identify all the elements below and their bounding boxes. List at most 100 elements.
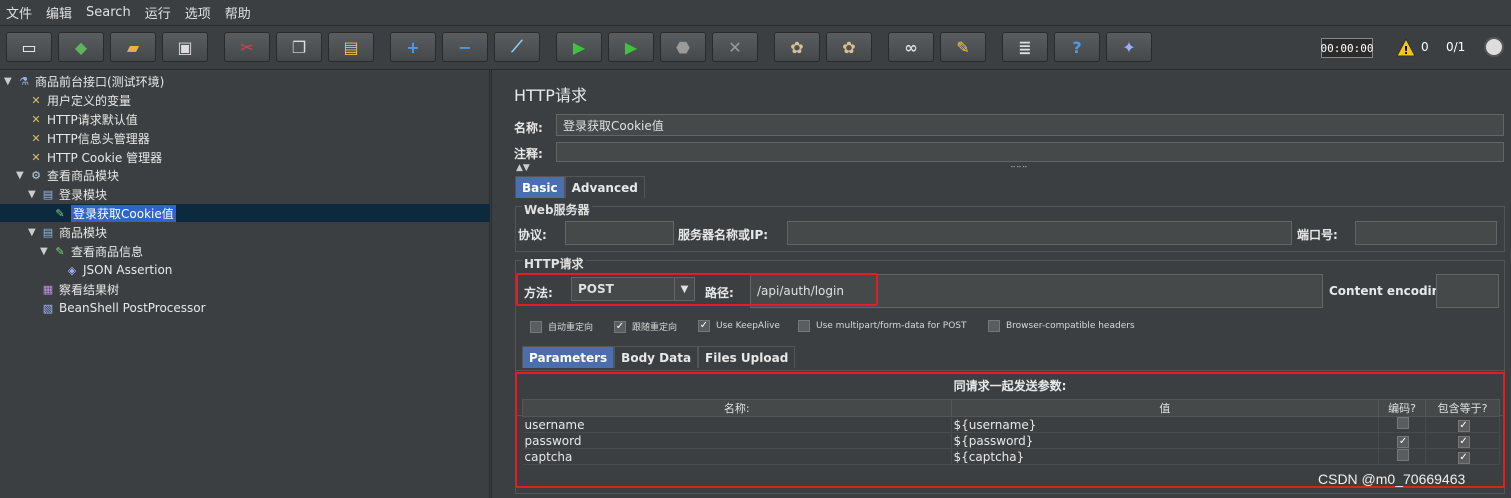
http-request-panel: HTTP请求 名称: 登录获取Cookie值 注释: ▲▼ ⠒⠒⠒ Basic …: [506, 70, 1511, 498]
start-icon[interactable]: ▶: [556, 32, 602, 62]
controller-icon: ▤: [42, 225, 54, 239]
templates-icon[interactable]: ◆: [58, 32, 104, 62]
open-icon[interactable]: ▰: [110, 32, 156, 62]
menu-search[interactable]: Search: [86, 5, 131, 20]
expand-caret-icon[interactable]: ▼: [4, 76, 16, 87]
test-plan-tree: ▼ ⚗ 商品前台接口(测试环境) ✕ 用户定义的变量 ✕ HTTP请求默认值 ✕ HTTP信息头…: [0, 70, 490, 498]
expand-icon[interactable]: +: [390, 32, 436, 62]
tab-advanced[interactable]: Advanced: [564, 176, 645, 198]
name-label: 名称:: [514, 121, 543, 135]
method-path-highlight: [516, 273, 878, 306]
tree-node[interactable]: ✕ HTTP信息头管理器: [16, 129, 149, 147]
tab-body-data[interactable]: Body Data: [614, 346, 699, 368]
expand-caret-icon[interactable]: ▼: [28, 189, 40, 200]
tree-node-label: HTTP请求默认值: [47, 112, 138, 127]
tree-node-label: 察看结果树: [59, 282, 120, 297]
tree-node-label: 查看商品信息: [71, 244, 144, 259]
option-checkbox-row[interactable]: Use multipart/form-data for POST: [798, 320, 967, 332]
port-label: 端口号:: [1297, 228, 1338, 242]
svg-text:!: !: [1403, 44, 1408, 57]
option-checkbox-row[interactable]: ✓ 跟随重定向: [614, 320, 677, 333]
tree-node[interactable]: ▼ ▤ 商品模块: [28, 223, 107, 241]
tree-node[interactable]: ▼ ✎ 查看商品信息: [40, 242, 143, 260]
tab-basic[interactable]: Basic: [515, 176, 565, 198]
encoding-label: Content encoding:: [1329, 284, 1454, 298]
body-tabs: Parameters Body Data Files Upload: [522, 346, 796, 368]
splitter[interactable]: [491, 70, 505, 498]
name-input[interactable]: 登录获取Cookie值: [556, 114, 1504, 136]
option-checkbox-row[interactable]: 自动重定向: [530, 320, 593, 333]
copy-icon[interactable]: ❐: [276, 32, 322, 62]
tree-node[interactable]: ▼ ⚙ 查看商品模块: [16, 166, 119, 184]
option-label: Use KeepAlive: [716, 321, 780, 331]
tree-node[interactable]: ▼ ▤ 登录模块: [28, 185, 107, 203]
menu-options[interactable]: 选项: [185, 3, 211, 22]
option-label: 自动重定向: [548, 323, 594, 333]
option-checkbox-row[interactable]: Browser-compatible headers: [988, 320, 1135, 332]
option-checkbox-row[interactable]: ✓ Use KeepAlive: [698, 320, 780, 332]
main-tabs: Basic Advanced: [515, 176, 645, 198]
expand-caret-icon[interactable]: ▼: [40, 246, 52, 257]
server-label: 服务器名称或IP:: [678, 228, 769, 242]
option-label: Browser-compatible headers: [1006, 321, 1135, 331]
stop-icon[interactable]: ⬣: [660, 32, 706, 62]
tab-parameters[interactable]: Parameters: [522, 346, 615, 368]
port-input[interactable]: [1355, 221, 1497, 245]
option-label: Use multipart/form-data for POST: [816, 321, 967, 331]
tree-node-label: 登录模块: [59, 187, 108, 202]
web-server-title: Web服务器: [522, 201, 592, 218]
option-label: 跟随重定向: [632, 323, 678, 333]
start-no-pause-icon[interactable]: ▶: [608, 32, 654, 62]
save-icon[interactable]: ▣: [162, 32, 208, 62]
tab-files-upload[interactable]: Files Upload: [698, 346, 796, 368]
tree-node[interactable]: ✕ HTTP请求默认值: [16, 110, 138, 128]
warning-count: 0: [1421, 40, 1429, 54]
tree-node-label: 商品模块: [59, 225, 108, 240]
menu-help[interactable]: 帮助: [225, 3, 251, 22]
tree-node-label: BeanShell PostProcessor: [59, 301, 206, 315]
server-input[interactable]: [787, 221, 1292, 245]
shutdown-icon[interactable]: ✕: [712, 32, 758, 62]
checkbox[interactable]: [988, 320, 1000, 332]
expand-caret-icon[interactable]: ▼: [16, 170, 28, 181]
collapse-arrows-icon[interactable]: ▲▼: [516, 163, 530, 173]
search-icon[interactable]: ∞: [888, 32, 934, 62]
controller-icon: ▤: [42, 187, 54, 201]
expand-caret-icon[interactable]: ▼: [28, 227, 40, 238]
menu-run[interactable]: 运行: [145, 3, 171, 22]
clear-icon[interactable]: ✿: [774, 32, 820, 62]
paste-icon[interactable]: ▤: [328, 32, 374, 62]
tree-node-label: HTTP Cookie 管理器: [47, 150, 163, 165]
checkbox[interactable]: ✓: [614, 320, 626, 333]
collapse-icon[interactable]: −: [442, 32, 488, 62]
tree-node[interactable]: ▦ 察看结果树: [28, 280, 119, 298]
tree-node[interactable]: ▧ BeanShell PostProcessor: [28, 299, 206, 317]
tree-node[interactable]: ✕ 用户定义的变量: [16, 91, 131, 109]
drag-handle-icon[interactable]: ⠒⠒⠒: [1010, 163, 1028, 172]
protocol-input[interactable]: [565, 221, 674, 245]
reset-search-icon[interactable]: ✎: [940, 32, 986, 62]
comment-input[interactable]: [556, 142, 1504, 162]
remote-globe-icon[interactable]: [1484, 37, 1504, 57]
tree-node[interactable]: ▼ ⚗ 商品前台接口(测试环境): [4, 72, 164, 90]
menu-edit[interactable]: 编辑: [46, 3, 72, 22]
remote-icon[interactable]: ✦: [1106, 32, 1152, 62]
tree-node[interactable]: ✕ HTTP Cookie 管理器: [16, 148, 162, 166]
checkbox[interactable]: ✓: [698, 320, 710, 332]
menu-file[interactable]: 文件: [6, 3, 32, 22]
warning-icon[interactable]: !: [1396, 38, 1416, 58]
clear-all-icon[interactable]: ✿: [826, 32, 872, 62]
http-request-title: HTTP请求: [522, 255, 586, 272]
cut-icon[interactable]: ✂: [224, 32, 270, 62]
sampler-icon: ✎: [55, 244, 65, 258]
encoding-input[interactable]: [1436, 274, 1499, 308]
config-icon: ✕: [31, 93, 41, 107]
help-icon[interactable]: ?: [1054, 32, 1100, 62]
new-icon[interactable]: ▭: [6, 32, 52, 62]
function-helper-icon[interactable]: ≣: [1002, 32, 1048, 62]
checkbox[interactable]: [798, 320, 810, 332]
checkbox[interactable]: [530, 320, 542, 333]
tree-node[interactable]: ✎ 登录获取Cookie值: [40, 204, 176, 222]
tree-node[interactable]: ◈ JSON Assertion: [52, 261, 173, 279]
toggle-icon[interactable]: ⟋: [494, 32, 540, 62]
